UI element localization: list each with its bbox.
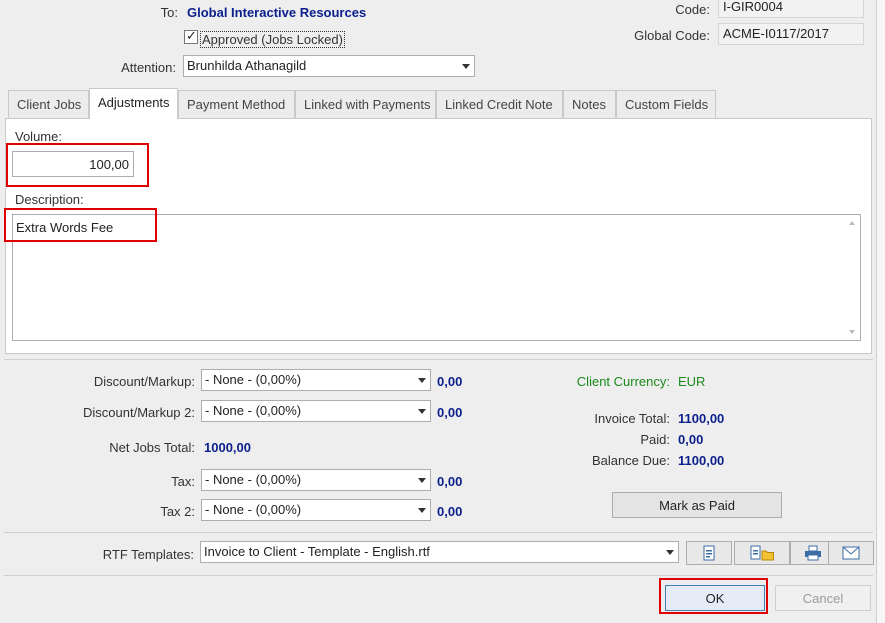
tab-client-jobs[interactable]: Client Jobs bbox=[8, 90, 89, 118]
envelope-icon bbox=[842, 546, 860, 560]
document-icon bbox=[703, 545, 715, 561]
tab-label: Client Jobs bbox=[17, 97, 82, 112]
tax2-value: 0,00 bbox=[437, 504, 463, 519]
chevron-down-icon bbox=[418, 378, 426, 383]
approved-label[interactable]: Approved (Jobs Locked) bbox=[200, 31, 345, 48]
invoice-total-value: 1100,00 bbox=[678, 411, 725, 426]
chevron-down-icon bbox=[418, 508, 426, 513]
description-label: Description: bbox=[15, 192, 84, 207]
discount-select-value: - None - (0,00%) bbox=[205, 372, 302, 387]
global-code-value: ACME-I0117/2017 bbox=[723, 26, 829, 41]
invoice-total-label: Invoice Total: bbox=[594, 411, 670, 426]
attention-label: Attention: bbox=[121, 60, 176, 75]
approved-checkbox[interactable]: ✓ bbox=[184, 28, 198, 44]
description-textarea[interactable]: Extra Words Fee bbox=[12, 214, 861, 341]
tab-label: Payment Method bbox=[187, 97, 286, 112]
tax2-select[interactable]: - None - (0,00%) bbox=[201, 499, 431, 521]
discount2-select-value: - None - (0,00%) bbox=[205, 403, 302, 418]
tab-label: Custom Fields bbox=[625, 97, 709, 112]
discount2-label: Discount/Markup 2: bbox=[83, 405, 195, 420]
to-label: To: bbox=[160, 5, 178, 20]
rtf-templates-label: RTF Templates: bbox=[102, 547, 194, 562]
rtf-template-select[interactable]: Invoice to Client - Template - English.r… bbox=[200, 541, 679, 563]
chevron-down-icon bbox=[418, 478, 426, 483]
tab-label: Adjustments bbox=[98, 95, 170, 110]
cancel-button[interactable]: Cancel bbox=[775, 585, 871, 611]
tab-linked-with-payments[interactable]: Linked with Payments bbox=[295, 90, 436, 118]
balance-due-value: 1100,00 bbox=[678, 453, 725, 468]
tax-select[interactable]: - None - (0,00%) bbox=[201, 469, 431, 491]
open-template-folder-button[interactable] bbox=[734, 541, 790, 565]
code-value: I-GIR0004 bbox=[723, 0, 783, 14]
discount2-select[interactable]: - None - (0,00%) bbox=[201, 400, 431, 422]
tab-label: Notes bbox=[572, 97, 606, 112]
discount-value: 0,00 bbox=[437, 374, 463, 389]
global-code-label: Global Code: bbox=[634, 28, 710, 43]
email-button[interactable] bbox=[828, 541, 874, 565]
discount-label: Discount/Markup: bbox=[93, 374, 195, 389]
open-template-button[interactable] bbox=[686, 541, 732, 565]
volume-value: 100,00 bbox=[89, 157, 129, 172]
tax2-select-value: - None - (0,00%) bbox=[205, 502, 302, 517]
description-scrollbar[interactable] bbox=[844, 215, 860, 340]
attention-value: Brunhilda Athanagild bbox=[187, 58, 307, 73]
tab-adjustments[interactable]: Adjustments bbox=[89, 88, 178, 119]
rtf-template-value: Invoice to Client - Template - English.r… bbox=[204, 544, 430, 559]
net-jobs-label: Net Jobs Total: bbox=[109, 440, 195, 455]
tab-notes[interactable]: Notes bbox=[563, 90, 616, 118]
tax-label: Tax: bbox=[171, 474, 195, 489]
code-field: I-GIR0004 bbox=[718, 0, 864, 18]
divider bbox=[4, 359, 873, 360]
volume-input[interactable]: 100,00 bbox=[12, 151, 134, 177]
tab-linked-credit-note[interactable]: Linked Credit Note bbox=[436, 90, 563, 118]
checkmark-icon: ✓ bbox=[186, 28, 197, 43]
tab-label: Linked Credit Note bbox=[445, 97, 553, 112]
global-code-field: ACME-I0117/2017 bbox=[718, 23, 864, 45]
client-currency-label: Client Currency: bbox=[576, 374, 670, 389]
tab-payment-method[interactable]: Payment Method bbox=[178, 90, 295, 118]
tax-select-value: - None - (0,00%) bbox=[205, 472, 302, 487]
tab-label: Linked with Payments bbox=[304, 97, 431, 112]
tax2-label: Tax 2: bbox=[160, 504, 195, 519]
paid-label: Paid: bbox=[640, 432, 670, 447]
attention-select[interactable]: Brunhilda Athanagild bbox=[183, 55, 475, 77]
client-currency-value: EUR bbox=[678, 374, 706, 389]
ok-label: OK bbox=[705, 591, 725, 606]
tax-value: 0,00 bbox=[437, 474, 463, 489]
chevron-down-icon bbox=[666, 550, 674, 555]
window-edge bbox=[876, 0, 885, 623]
code-label: Code: bbox=[675, 2, 710, 17]
chevron-down-icon bbox=[462, 64, 470, 69]
paid-value: 0,00 bbox=[678, 432, 704, 447]
mark-as-paid-label: Mark as Paid bbox=[659, 498, 735, 513]
net-jobs-value: 1000,00 bbox=[204, 440, 251, 455]
chevron-down-icon bbox=[418, 409, 426, 414]
to-value: Global Interactive Resources bbox=[187, 5, 367, 20]
tab-custom-fields[interactable]: Custom Fields bbox=[616, 90, 716, 118]
printer-icon bbox=[805, 545, 821, 561]
cancel-label: Cancel bbox=[802, 591, 844, 606]
scroll-down-icon bbox=[849, 330, 855, 334]
discount2-value: 0,00 bbox=[437, 405, 463, 420]
divider bbox=[4, 575, 873, 576]
document-folder-icon bbox=[750, 545, 774, 561]
discount-select[interactable]: - None - (0,00%) bbox=[201, 369, 431, 391]
divider bbox=[4, 532, 873, 533]
ok-button[interactable]: OK bbox=[665, 585, 765, 611]
mark-as-paid-button[interactable]: Mark as Paid bbox=[612, 492, 782, 518]
balance-due-label: Balance Due: bbox=[591, 453, 670, 468]
volume-label: Volume: bbox=[15, 129, 62, 144]
description-value: Extra Words Fee bbox=[16, 220, 114, 235]
scroll-up-icon bbox=[849, 221, 855, 225]
